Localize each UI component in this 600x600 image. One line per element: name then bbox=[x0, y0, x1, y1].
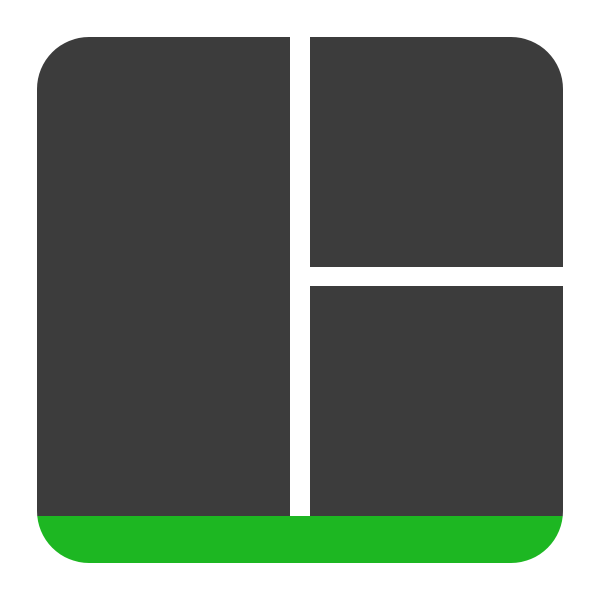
top-right-pane bbox=[310, 37, 563, 267]
accent-bar bbox=[37, 516, 563, 563]
split-layout-icon bbox=[37, 37, 563, 563]
left-pane bbox=[37, 37, 290, 516]
bottom-right-pane bbox=[310, 286, 563, 516]
